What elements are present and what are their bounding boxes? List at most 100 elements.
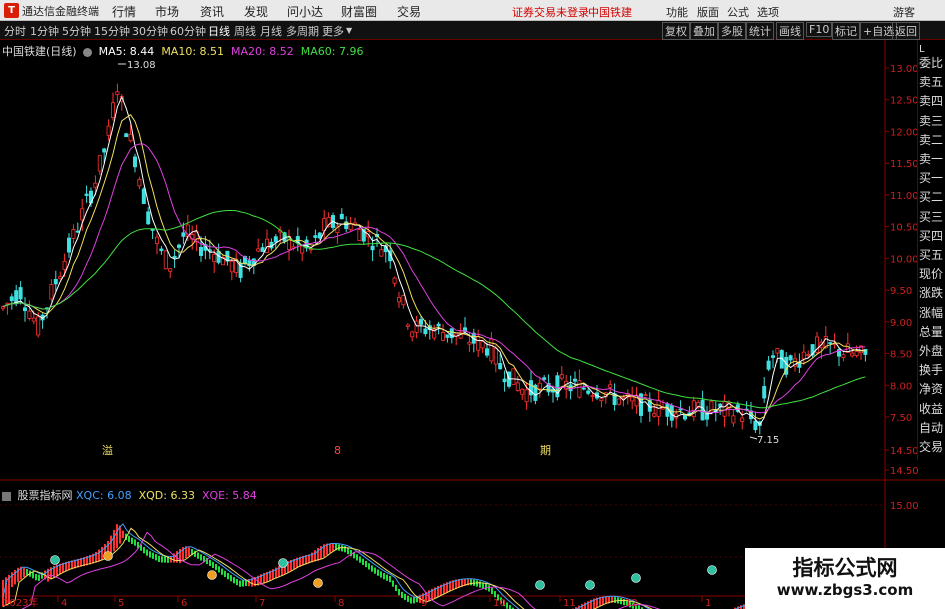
- side-panel-toggle[interactable]: L: [919, 44, 925, 55]
- x-tick-label: 2023年: [3, 596, 38, 609]
- app-title: 通达信金融终端: [22, 5, 99, 18]
- period-tab-5min[interactable]: 5分钟: [62, 23, 91, 39]
- side-item[interactable]: 卖五: [919, 73, 945, 89]
- indicator-toggle-icon[interactable]: [2, 491, 11, 501]
- period-tab-daily[interactable]: 日线: [208, 23, 230, 39]
- menu-functions[interactable]: 功能: [666, 4, 688, 20]
- period-tab-more[interactable]: 更多: [322, 23, 344, 39]
- side-item[interactable]: 交易: [919, 438, 945, 454]
- menu-market[interactable]: 市场: [155, 3, 179, 20]
- period-toolbar: 分时 1分钟 5分钟 15分钟 30分钟 60分钟 日线 周线 月线 多周期 更…: [0, 21, 945, 40]
- period-tab-15min[interactable]: 15分钟: [94, 23, 130, 39]
- candle-body: [58, 276, 63, 280]
- candle-body: [520, 388, 525, 395]
- side-item[interactable]: 买二: [919, 188, 945, 204]
- candle-body: [146, 211, 151, 225]
- menu-ask[interactable]: 问小达: [287, 3, 323, 20]
- menu-market-quotes[interactable]: 行情: [112, 3, 136, 20]
- y-tick-label: 14.50: [890, 466, 919, 477]
- menu-discover[interactable]: 发现: [244, 3, 268, 20]
- y-tick-label: 13.00: [890, 64, 919, 75]
- draw-line-button[interactable]: 画线: [776, 22, 804, 40]
- menu-news[interactable]: 资讯: [200, 3, 224, 20]
- period-tab-weekly[interactable]: 周线: [234, 23, 256, 39]
- period-tab-30min[interactable]: 30分钟: [132, 23, 168, 39]
- side-item[interactable]: 总量: [919, 323, 945, 339]
- candle-body: [445, 334, 450, 338]
- candle-body: [392, 277, 397, 284]
- side-item[interactable]: 卖二: [919, 131, 945, 147]
- side-item[interactable]: 卖三: [919, 112, 945, 128]
- back-button[interactable]: 返回: [892, 22, 920, 40]
- side-item[interactable]: 外盘: [919, 342, 945, 358]
- side-item[interactable]: 买五: [919, 246, 945, 262]
- side-item[interactable]: 净资: [919, 380, 945, 396]
- y-tick-label: 12.50: [890, 96, 919, 107]
- x-tick-label: 9: [421, 598, 427, 609]
- candle-body: [36, 316, 41, 336]
- candle-body: [111, 102, 116, 118]
- menu-wealth-circle[interactable]: 财富圈: [341, 3, 377, 20]
- candle-body: [643, 394, 648, 397]
- side-item[interactable]: 自动: [919, 419, 945, 435]
- menu-formula[interactable]: 公式: [727, 4, 749, 20]
- mark-button[interactable]: 标记: [832, 22, 860, 40]
- y-tick-label: 9.50: [890, 286, 912, 297]
- side-item[interactable]: 买一: [919, 169, 945, 185]
- overlay-button[interactable]: 叠加: [690, 22, 718, 40]
- candle-body: [480, 341, 485, 349]
- y-tick-label: 11.50: [890, 159, 919, 170]
- menu-trade[interactable]: 交易: [397, 3, 421, 20]
- menu-layout[interactable]: 版面: [697, 4, 719, 20]
- guest-user[interactable]: 游客: [893, 4, 915, 20]
- candle-body: [630, 396, 635, 402]
- x-tick-label: 8: [338, 598, 344, 609]
- y-tick-label: 8.00: [890, 381, 912, 392]
- xqe-value: XQE: 5.84: [201, 489, 257, 502]
- settings-circle-icon[interactable]: [83, 47, 93, 57]
- side-item[interactable]: 买三: [919, 208, 945, 224]
- signal-marker-icon: [103, 551, 113, 561]
- xqd-value: XQD: 6.33: [138, 489, 195, 502]
- login-status[interactable]: 证券交易未登录: [512, 4, 589, 20]
- y-tick-label: 14.50: [890, 446, 919, 457]
- period-tab-1min[interactable]: 1分钟: [30, 23, 59, 39]
- candle-body: [718, 403, 723, 407]
- candle-body: [515, 382, 520, 391]
- chart-grid: [0, 40, 945, 609]
- chevron-down-icon[interactable]: ▼: [346, 26, 352, 35]
- period-tab-60min[interactable]: 60分钟: [170, 23, 206, 39]
- side-item[interactable]: 换手: [919, 361, 945, 377]
- period-tab-intraday[interactable]: 分时: [4, 23, 26, 39]
- side-item[interactable]: 卖四: [919, 92, 945, 108]
- candle-body: [124, 133, 129, 138]
- period-tab-multi[interactable]: 多周期: [286, 23, 319, 39]
- side-item[interactable]: 涨幅: [919, 304, 945, 320]
- candle-body: [159, 248, 164, 252]
- candle-body: [264, 238, 269, 253]
- signal-marker-icon: [207, 570, 217, 580]
- candle-body: [775, 348, 780, 354]
- side-item[interactable]: 委比: [919, 54, 945, 70]
- candle-body: [841, 354, 846, 358]
- side-item[interactable]: 卖一: [919, 150, 945, 166]
- side-item[interactable]: 收益: [919, 400, 945, 416]
- side-item[interactable]: 现价: [919, 265, 945, 281]
- multi-stock-button[interactable]: 多股: [718, 22, 746, 40]
- f10-button[interactable]: F10: [806, 22, 833, 37]
- side-item[interactable]: 涨跌: [919, 284, 945, 300]
- candle-body: [128, 133, 133, 142]
- candle-body: [423, 328, 428, 335]
- period-tab-monthly[interactable]: 月线: [260, 23, 282, 39]
- indicator-name[interactable]: 股票指标网: [18, 489, 73, 502]
- watermark: 指标公式网 www.zbgs3.com: [745, 548, 945, 609]
- statistics-button[interactable]: 统计: [746, 22, 774, 40]
- adjust-price-button[interactable]: 复权: [662, 22, 690, 40]
- candle-body: [97, 155, 102, 172]
- candle-body: [493, 347, 498, 365]
- side-item[interactable]: 买四: [919, 227, 945, 243]
- candle-body: [542, 377, 547, 380]
- kline-chart-canvas[interactable]: 13.00 12.50 12.00 11.50 11.00 10.50 10.00 9.50 9…: [0, 40, 945, 609]
- quote-side-panel[interactable]: 委比卖五卖四卖三卖二卖一买一买二买三买四买五现价涨跌涨幅总量外盘换手净资收益自动…: [917, 40, 945, 460]
- menu-options[interactable]: 选项: [757, 4, 779, 20]
